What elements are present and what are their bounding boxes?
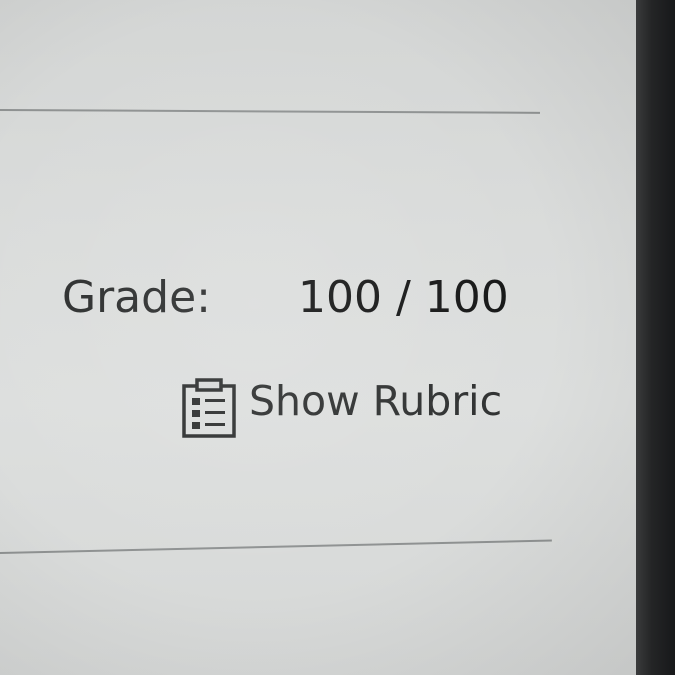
top-divider xyxy=(0,109,540,114)
show-rubric-label: Show Rubric xyxy=(249,377,503,425)
grade-panel: Grade: 100 / 100 Show Rubric xyxy=(0,0,636,675)
grade-row: Grade: 100 / 100 xyxy=(62,272,562,332)
grade-label: Grade: xyxy=(62,272,211,323)
clipboard-list-icon xyxy=(181,378,237,438)
bottom-divider xyxy=(0,539,552,554)
grade-score: 100 / 100 xyxy=(298,272,509,323)
monitor-bezel xyxy=(636,0,675,675)
